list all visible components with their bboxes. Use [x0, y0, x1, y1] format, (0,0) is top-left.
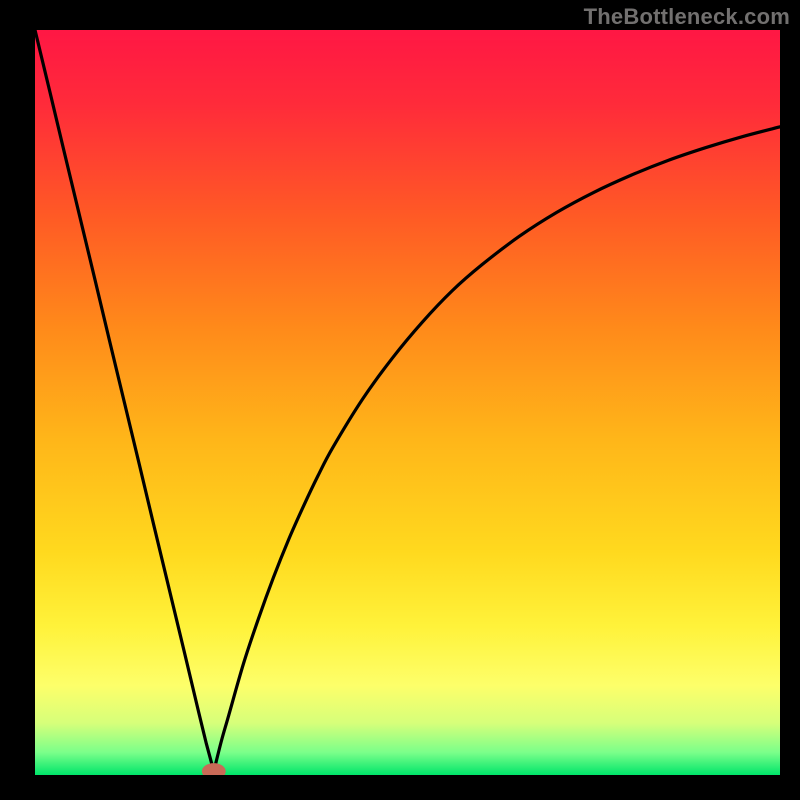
minimum-marker — [202, 763, 226, 779]
attribution-text: TheBottleneck.com — [584, 4, 790, 30]
chart-container: { "attribution": "TheBottleneck.com", "c… — [0, 0, 800, 800]
bottleneck-chart — [0, 0, 800, 800]
gradient-background — [35, 30, 780, 775]
